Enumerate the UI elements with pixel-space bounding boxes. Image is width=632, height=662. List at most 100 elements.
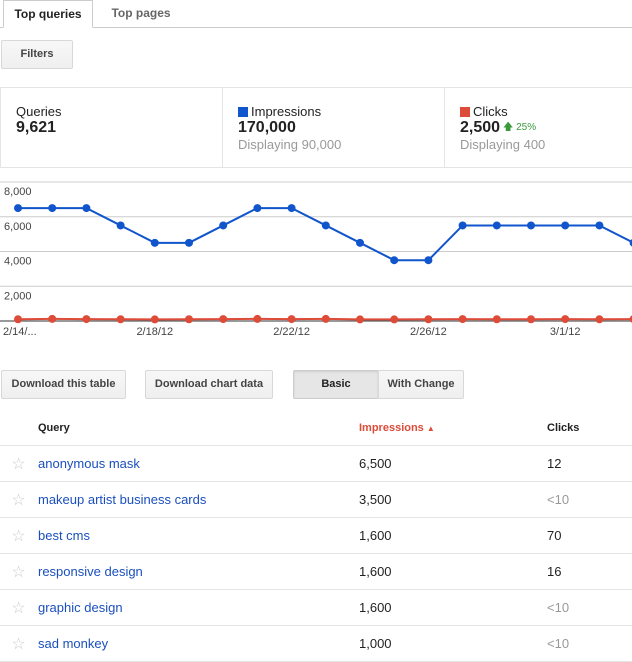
column-header-query[interactable]: Query [37,410,358,446]
y-tick-label: 6,000 [4,221,32,233]
table-row: ☆ graphic design 1,600 <10 [0,589,632,626]
clicks-swatch-icon [460,107,470,117]
data-point-clicks [424,315,433,324]
impressions-cell: 6,500 [358,445,546,482]
data-point-clicks [150,315,159,324]
x-tick-label: 2/22/12 [273,326,310,338]
query-link[interactable]: responsive design [38,564,143,579]
table-row: ☆ responsive design 1,600 16 [0,553,632,590]
data-point-clicks [390,315,399,324]
data-point-clicks [287,315,296,324]
column-header-impressions[interactable]: Impressions ▲ [358,410,546,446]
star-icon[interactable]: ☆ [0,445,37,482]
data-point-impressions [561,221,570,230]
data-point-impressions [116,221,125,230]
impressions-cell: 1,600 [358,517,546,554]
view-toggle: Basic With Change [293,370,464,399]
tab-bar: Top queries Top pages [0,0,632,28]
y-tick-label: 2,000 [4,290,32,302]
clicks-displaying: Displaying 400 [460,137,546,152]
data-point-clicks [14,315,22,324]
clicks-change: 25% [516,122,537,133]
star-icon[interactable]: ☆ [0,517,37,554]
data-point-impressions [287,204,296,213]
data-point-clicks [595,315,604,324]
sort-ascending-icon: ▲ [426,423,435,433]
data-point-impressions [321,221,330,230]
data-point-impressions [527,221,535,230]
summary-queries: Queries 9,621 [0,88,222,167]
download-table-button[interactable]: Download this table [1,370,126,399]
clicks-cell: 16 [546,553,632,590]
data-point-clicks [82,315,91,324]
data-point-clicks [185,315,193,324]
data-point-impressions [48,204,57,213]
impressions-value: 170,000 [238,119,296,136]
query-link[interactable]: sad monkey [38,636,108,651]
basic-toggle-button[interactable]: Basic [293,370,379,399]
download-chart-data-button[interactable]: Download chart data [145,370,273,399]
data-point-clicks [321,314,330,323]
table-row: ☆ anonymous mask 6,500 12 [0,445,632,482]
query-link[interactable]: makeup artist business cards [38,492,206,507]
impressions-cell: 1,600 [358,553,546,590]
tab-top-queries[interactable]: Top queries [3,0,93,28]
y-tick-label: 4,000 [4,256,32,268]
clicks-cell: <10 [546,589,632,626]
arrow-up-icon: 🡅 [503,122,514,133]
star-icon[interactable]: ☆ [0,481,37,518]
x-tick-label: 3/1/12 [550,326,581,338]
table-row: ☆ makeup artist business cards 3,500 <10 [0,481,632,518]
x-tick-label: 2/14/... [3,326,37,338]
data-point-impressions [492,221,501,230]
data-point-impressions [150,238,159,247]
column-header-clicks[interactable]: Clicks [546,410,632,446]
data-point-impressions [390,256,399,265]
table-row: ☆ sad monkey 1,000 <10 [0,625,632,662]
filters-button[interactable]: Filters [1,40,73,69]
clicks-cell: 70 [546,517,632,554]
impressions-cell: 3,500 [358,481,546,518]
clicks-value: 2,500 [460,119,501,136]
star-icon[interactable]: ☆ [0,589,37,626]
table-header-row: Query Impressions ▲ Clicks [0,410,632,446]
data-point-clicks [219,315,228,324]
x-tick-label: 2/26/12 [410,326,447,338]
query-link[interactable]: best cms [38,528,90,543]
data-point-clicks [492,315,501,324]
summary-impressions[interactable]: Impressions 170,000 Displaying 90,000 [222,88,444,167]
data-point-impressions [219,221,228,230]
data-point-clicks [48,314,57,323]
data-point-impressions [14,204,22,213]
query-link[interactable]: anonymous mask [38,456,140,471]
query-link[interactable]: graphic design [38,600,123,615]
impressions-swatch-icon [238,107,248,117]
with-change-toggle-button[interactable]: With Change [378,370,464,399]
data-point-impressions [595,221,604,230]
data-point-clicks [458,315,467,324]
impressions-displaying: Displaying 90,000 [238,137,342,152]
queries-value: 9,621 [16,119,57,136]
data-point-clicks [253,314,262,323]
data-point-clicks [527,315,535,324]
impressions-cell: 1,600 [358,589,546,626]
data-point-impressions [356,238,364,247]
summary-clicks[interactable]: Clicks 2,500 🡅 25% Displaying 400 [444,88,632,167]
line-chart: 2,000 4,000 6,000 8,000 2/14/... 2/18/12 2/22/… [0,181,632,338]
y-tick-label: 8,000 [4,186,32,198]
star-icon[interactable]: ☆ [0,625,37,662]
data-point-clicks [356,315,364,324]
data-point-clicks [116,315,125,324]
x-tick-label: 2/18/12 [136,326,173,338]
table-row: ☆ best cms 1,600 70 [0,517,632,554]
data-point-impressions [185,238,193,247]
impressions-cell: 1,000 [358,625,546,662]
clicks-cell: <10 [546,481,632,518]
impressions-label: Impressions [251,104,322,119]
tab-top-pages[interactable]: Top pages [96,0,186,27]
star-icon[interactable]: ☆ [0,553,37,590]
queries-table: Query Impressions ▲ Clicks ☆ anonymous ma… [0,410,632,662]
series-line-impressions [18,207,632,262]
data-point-clicks [561,315,570,324]
data-point-impressions [82,204,91,213]
